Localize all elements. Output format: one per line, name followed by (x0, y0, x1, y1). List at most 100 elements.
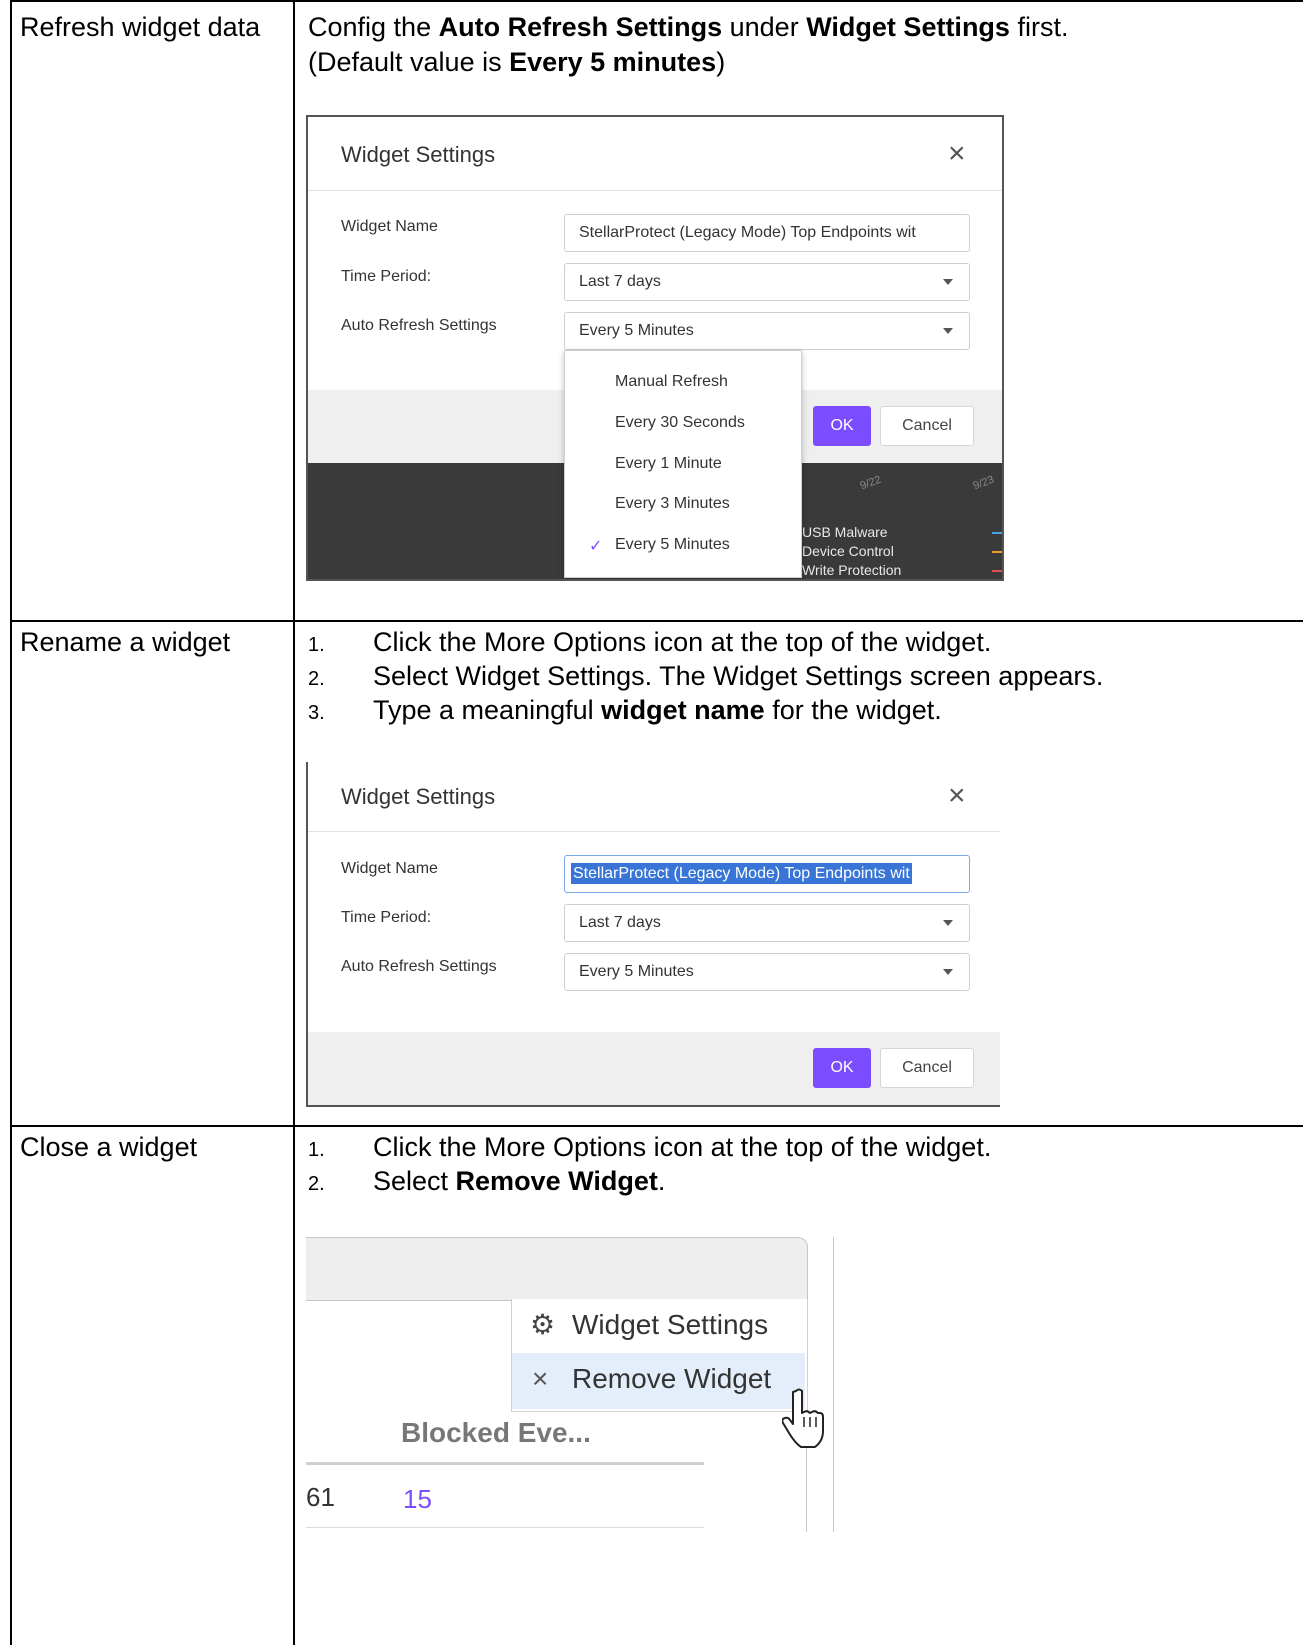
auto-refresh-label: Auto Refresh Settings (341, 317, 497, 334)
table-border-top (10, 0, 1303, 2)
chevron-down-icon (943, 920, 953, 926)
dropdown-option[interactable]: Manual Refresh (615, 373, 728, 391)
step-number: 2. (308, 1173, 325, 1195)
time-period-label: Time Period: (341, 268, 432, 285)
text-segment: Type a meaningful (373, 695, 602, 725)
table-border-left (10, 0, 12, 1645)
text-segment: ) (716, 47, 726, 77)
text-bold: Widget Settings (806, 12, 1010, 42)
select-value: Every 5 Minutes (579, 322, 694, 339)
text-bold: Remove Widget (455, 1166, 658, 1196)
dropdown-option[interactable]: Every 30 Seconds (615, 414, 745, 432)
dropdown-option[interactable]: Every 1 Minute (615, 455, 722, 473)
text-bold: Auto Refresh Settings (438, 12, 723, 42)
step-text: Click the More Options icon at the top o… (373, 627, 992, 657)
row-label-refresh: Refresh widget data (20, 12, 261, 42)
step-text: Type a meaningful widget name for the wi… (373, 695, 942, 726)
text-segment: Config the (308, 12, 439, 42)
step-item: 2. Select Remove Widget. (308, 1166, 1298, 1197)
ok-button[interactable]: OK (813, 1048, 871, 1088)
time-period-select[interactable]: Last 7 days (564, 904, 970, 942)
text-segment: (Default value is (308, 47, 510, 77)
time-period-select[interactable]: Last 7 days (564, 263, 970, 301)
dialog-title: Widget Settings (341, 784, 496, 809)
auto-refresh-label: Auto Refresh Settings (341, 958, 497, 975)
text-bold: widget name (601, 695, 765, 725)
widget-name-input[interactable]: StellarProtect (Legacy Mode) Top Endpoin… (564, 855, 970, 893)
close-icon[interactable]: × (948, 139, 966, 169)
table-column-divider (293, 0, 295, 1645)
row-label-close: Close a widget (20, 1132, 198, 1162)
row-label-rename: Rename a widget (20, 627, 231, 657)
auto-refresh-dropdown: Manual Refresh Every 30 Seconds Every 1 … (564, 350, 802, 578)
text-segment: first. (1009, 12, 1069, 42)
text-bold: Every 5 minutes (509, 47, 717, 77)
select-value: Last 7 days (579, 914, 661, 931)
legend-swatch (992, 551, 1002, 553)
ok-button[interactable]: OK (813, 406, 871, 446)
table-cell: 61 (306, 1482, 335, 1512)
step-item: 2. Select Widget Settings. The Widget Set… (308, 661, 1298, 692)
auto-refresh-select[interactable]: Every 5 Minutes (564, 953, 970, 991)
legend-swatch (992, 532, 1002, 534)
cancel-button[interactable]: Cancel (880, 1048, 974, 1088)
close-icon: × (532, 1363, 549, 1394)
widget-header-bar (306, 1237, 808, 1301)
step-item: 1. Click the More Options icon at the top… (308, 1132, 1298, 1163)
gear-icon: ⚙ (530, 1309, 556, 1340)
text-segment: under (722, 12, 807, 42)
cancel-button[interactable]: Cancel (880, 406, 974, 446)
menu-item-remove-widget[interactable]: × Remove Widget (512, 1353, 805, 1409)
legend-write-protection: Write Protection (802, 562, 902, 578)
column-header: Blocked Eve... (401, 1417, 591, 1448)
menu-item-label: Widget Settings (572, 1309, 769, 1340)
close-steps: 1. Click the More Options icon at the top… (308, 1132, 1298, 1197)
menu-item-widget-settings[interactable]: ⚙ Widget Settings (512, 1299, 805, 1353)
refresh-intro-line-1: Config the Auto Refresh Settings under W… (308, 12, 1068, 43)
step-number: 2. (308, 668, 325, 690)
chevron-down-icon (943, 969, 953, 975)
step-number: 3. (308, 702, 325, 724)
widget-name-label: Widget Name (341, 860, 438, 877)
widget-settings-screenshot-rename: Widget Settings × Widget Name StellarPro… (306, 762, 1000, 1107)
step-item: 1. Click the More Options icon at the top… (308, 627, 1298, 658)
blocked-events-link[interactable]: 15 (403, 1484, 432, 1515)
text-segment: Select (373, 1166, 456, 1196)
row-underline (306, 1527, 704, 1528)
auto-refresh-select[interactable]: Every 5 Minutes (564, 312, 970, 350)
step-text: Select Remove Widget. (373, 1166, 665, 1197)
close-icon[interactable]: × (948, 781, 966, 811)
step-text: Select Widget Settings. The Widget Setti… (373, 661, 1104, 691)
chevron-down-icon (943, 279, 953, 285)
legend-device-control: Device Control (802, 543, 894, 559)
step-text: Click the More Options icon at the top o… (373, 1132, 992, 1162)
step-number: 1. (308, 634, 325, 656)
table-row-divider-2 (10, 1125, 1303, 1127)
adjacent-widget-border (833, 1237, 834, 1532)
dialog-title: Widget Settings (341, 142, 496, 167)
dialog-header-divider (308, 190, 1002, 191)
legend-usb-malware: USB Malware (802, 524, 888, 540)
step-item: 3. Type a meaningful widget name for the … (308, 695, 1298, 726)
checkmark-icon: ✓ (589, 538, 603, 555)
selected-text: StellarProtect (Legacy Mode) Top Endpoin… (571, 863, 912, 884)
text-segment: for the widget. (764, 695, 942, 725)
menu-item-label: Remove Widget (572, 1363, 772, 1394)
table-row-divider-1 (10, 620, 1303, 622)
chevron-down-icon (943, 328, 953, 334)
widget-name-input[interactable]: StellarProtect (Legacy Mode) Top Endpoin… (564, 214, 970, 252)
dropdown-option[interactable]: Every 3 Minutes (615, 495, 730, 513)
dropdown-option-selected[interactable]: Every 5 Minutes (615, 536, 730, 554)
time-period-label: Time Period: (341, 909, 432, 926)
widget-settings-screenshot-dropdown: 9/22 9/23 USB Malware Device Control Wri… (306, 115, 1004, 581)
rename-steps: 1. Click the More Options icon at the top… (308, 627, 1298, 726)
select-value: Every 5 Minutes (579, 963, 694, 980)
select-value: Last 7 days (579, 273, 661, 290)
header-underline (306, 1462, 704, 1465)
text-segment: . (657, 1166, 666, 1196)
refresh-intro-line-2: (Default value is Every 5 minutes) (308, 47, 725, 78)
widget-name-label: Widget Name (341, 218, 438, 235)
remove-widget-screenshot: ⚙ Widget Settings × Remove Widget Blocke… (306, 1237, 846, 1532)
step-number: 1. (308, 1139, 325, 1161)
hand-cursor-icon (782, 1388, 824, 1448)
